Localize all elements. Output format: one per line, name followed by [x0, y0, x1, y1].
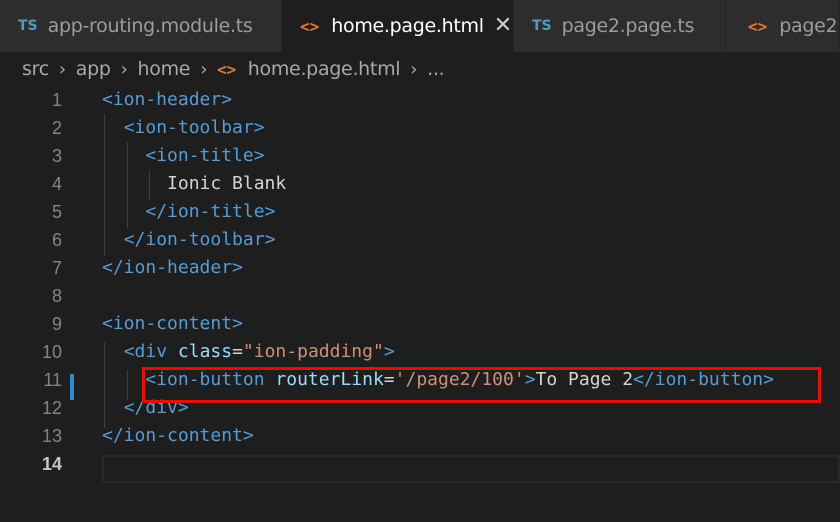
line-number: 6	[51, 230, 62, 250]
editor-tab-bar: TS app-routing.module.ts <> home.page.ht…	[0, 0, 840, 52]
code-text: <ion-header>	[102, 89, 233, 110]
code-line[interactable]: 13 </ion-content>	[0, 422, 840, 450]
line-number: 4	[51, 174, 62, 194]
typescript-file-icon: TS	[18, 18, 38, 34]
code-text: <div class="ion-padding">	[123, 341, 395, 362]
line-number: 5	[51, 202, 62, 222]
line-number: 9	[51, 314, 62, 334]
code-line[interactable]: 10 <div class="ion-padding">	[0, 338, 840, 366]
code-line[interactable]: 2 <ion-toolbar>	[0, 114, 840, 142]
tab-label: page2.p	[779, 15, 839, 37]
code-line[interactable]: 3 <ion-title>	[0, 142, 840, 170]
line-number: 14	[41, 454, 62, 474]
html-file-icon: <>	[217, 59, 236, 79]
code-line[interactable]: 6 </ion-toolbar>	[0, 226, 840, 254]
line-number: 10	[41, 342, 62, 362]
breadcrumb-item-home[interactable]: home	[138, 58, 191, 80]
breadcrumb-item-more[interactable]: ...	[427, 58, 445, 80]
tab-label: app-routing.module.ts	[47, 15, 253, 37]
close-icon[interactable]: ✕	[494, 15, 512, 37]
line-number: 12	[41, 398, 62, 418]
breadcrumb-item-app[interactable]: app	[76, 58, 111, 80]
line-number: 2	[51, 118, 62, 138]
tab-label: page2.page.ts	[561, 15, 695, 37]
line-number: 8	[51, 286, 62, 306]
tab-home-page-html[interactable]: <> home.page.html ✕	[282, 0, 514, 52]
code-line[interactable]: 4 Ionic Blank	[0, 170, 840, 198]
code-text: </ion-toolbar>	[123, 229, 276, 250]
line-number: 3	[51, 146, 62, 166]
annotation-highlight-box	[142, 367, 821, 403]
code-line[interactable]: 14	[0, 450, 840, 478]
tab-app-routing-module[interactable]: TS app-routing.module.ts	[0, 0, 282, 52]
code-line[interactable]: 9 <ion-content>	[0, 310, 840, 338]
line-number: 7	[51, 258, 62, 278]
code-text: </ion-content>	[102, 425, 254, 446]
line-number: 1	[51, 90, 62, 110]
breadcrumb-item-src[interactable]: src	[22, 58, 49, 80]
html-file-icon: <>	[300, 16, 320, 36]
code-line[interactable]: 7 </ion-header>	[0, 254, 840, 282]
tab-label: home.page.html	[331, 15, 484, 37]
code-text: </ion-header>	[102, 257, 243, 278]
code-line[interactable]: 8	[0, 282, 840, 310]
breadcrumb: src › app › home › <> home.page.html › .…	[0, 52, 840, 86]
code-text: <ion-toolbar>	[123, 117, 265, 138]
breadcrumb-item-file[interactable]: home.page.html	[248, 58, 401, 80]
chevron-right-icon: ›	[58, 58, 66, 80]
code-line[interactable]: 5 </ion-title>	[0, 198, 840, 226]
code-text: Ionic Blank	[102, 173, 287, 194]
code-text: </ion-title>	[145, 201, 276, 222]
code-text: <ion-content>	[102, 313, 243, 334]
line-number: 13	[41, 426, 62, 446]
tab-page2-page-ts[interactable]: TS page2.page.ts	[514, 0, 726, 52]
html-file-icon: <>	[748, 16, 768, 36]
code-line[interactable]: 1 <ion-header>	[0, 86, 840, 114]
chevron-right-icon: ›	[120, 58, 128, 80]
line-number: 11	[43, 370, 62, 390]
chevron-right-icon: ›	[410, 58, 418, 80]
chevron-right-icon: ›	[200, 58, 208, 80]
code-text: <ion-title>	[145, 145, 265, 166]
code-editor[interactable]: 1 <ion-header> 2 <ion-toolbar> 3 <ion-title…	[0, 86, 840, 522]
tab-page2-page-html[interactable]: <> page2.p	[726, 0, 840, 52]
typescript-file-icon: TS	[532, 18, 552, 34]
